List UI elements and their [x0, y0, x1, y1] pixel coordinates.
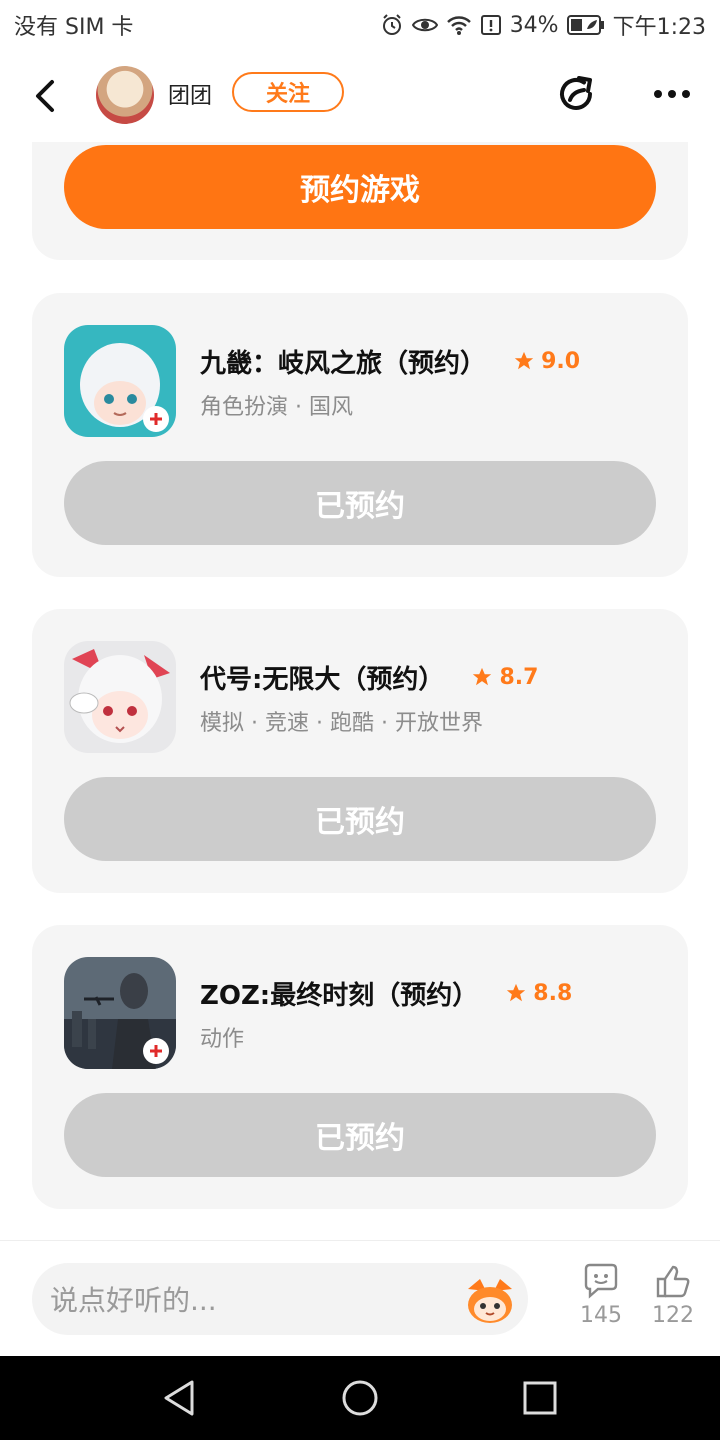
star-icon: [473, 667, 492, 686]
game-icon[interactable]: [64, 325, 176, 437]
carrier-text: 没有 SIM 卡: [14, 15, 134, 40]
likes-count: 122: [652, 1303, 694, 1328]
more-icon[interactable]: [648, 70, 696, 118]
battery-icon: [566, 15, 604, 35]
reserve-card: 预约游戏: [32, 142, 688, 260]
rating-value: 9.0: [541, 348, 581, 374]
game-card[interactable]: ZOZ:最终时刻（预约） 8.8 动作 已预约: [32, 925, 688, 1209]
rating: 9.0: [513, 349, 580, 374]
rating-value: 8.8: [533, 980, 573, 1006]
battery-saver-icon: [480, 15, 501, 35]
game-tags: 模拟 · 竞速 · 跑酷 · 开放世界: [200, 711, 483, 736]
eye-icon: [411, 18, 438, 32]
star-icon: [507, 983, 526, 1002]
nav-back-icon[interactable]: [158, 1376, 202, 1420]
game-title[interactable]: 代号:无限大（预约） 8.7: [200, 659, 538, 696]
game-title[interactable]: 九畿：岐风之旅（预约） 9.0: [200, 343, 580, 380]
game-tags: 角色扮演 · 国风: [200, 395, 353, 420]
comment-placeholder: 说点好听的...: [50, 1284, 217, 1317]
likes-stat[interactable]: 122: [638, 1263, 708, 1328]
bottom-bar: 说点好听的... 145 122: [0, 1240, 720, 1357]
like-icon: [656, 1265, 690, 1298]
top-nav: 团团 关注: [0, 50, 720, 142]
wifi-icon: [446, 16, 471, 35]
nav-home-icon[interactable]: [338, 1376, 382, 1420]
rating: 8.8: [505, 981, 572, 1006]
game-icon[interactable]: [64, 641, 176, 753]
reserved-button[interactable]: 已预约: [64, 777, 656, 861]
reserved-button[interactable]: 已预约: [64, 461, 656, 545]
comment-icon: [584, 1263, 618, 1299]
share-icon[interactable]: [552, 70, 600, 118]
reserved-button[interactable]: 已预约: [64, 1093, 656, 1177]
game-title[interactable]: ZOZ:最终时刻（预约） 8.8: [200, 975, 572, 1012]
battery-percent: 34%: [509, 12, 559, 38]
game-card[interactable]: 代号:无限大（预约） 8.7 模拟 · 竞速 · 跑酷 · 开放世界 已预约: [32, 609, 688, 893]
alarm-icon: [382, 14, 401, 35]
rating: 8.7: [471, 665, 538, 690]
content-area[interactable]: 预约游戏 九畿：岐风之旅（预约） 9.0 角色扮演 · 国风 已预约 代号:无限…: [0, 142, 720, 1240]
mascot-icon[interactable]: [462, 1275, 518, 1325]
status-icons: 34% 下午1:23: [380, 9, 706, 41]
avatar[interactable]: [96, 66, 154, 124]
username[interactable]: 团团: [168, 78, 212, 110]
comment-input[interactable]: 说点好听的...: [32, 1263, 528, 1335]
rating-value: 8.7: [499, 664, 539, 690]
game-title-text: 代号:无限大（预约）: [200, 665, 445, 695]
game-icon[interactable]: [64, 957, 176, 1069]
game-card[interactable]: 九畿：岐风之旅（预约） 9.0 角色扮演 · 国风 已预约: [32, 293, 688, 577]
game-title-text: 九畿：岐风之旅（预约）: [200, 349, 487, 379]
clock: 下午1:23: [612, 15, 706, 40]
system-nav-bar: [0, 1356, 720, 1440]
nav-recent-icon[interactable]: [518, 1376, 562, 1420]
status-bar: 没有 SIM 卡 34% 下午1:23: [0, 0, 720, 50]
game-tags: 动作: [200, 1027, 245, 1052]
comments-stat[interactable]: 145: [566, 1263, 636, 1328]
star-icon: [514, 351, 534, 370]
reserve-game-button[interactable]: 预约游戏: [64, 145, 656, 229]
back-arrow-icon[interactable]: [26, 74, 66, 118]
follow-button[interactable]: 关注: [232, 72, 344, 112]
game-title-text: ZOZ:最终时刻（预约）: [200, 981, 479, 1011]
comments-count: 145: [580, 1303, 622, 1328]
